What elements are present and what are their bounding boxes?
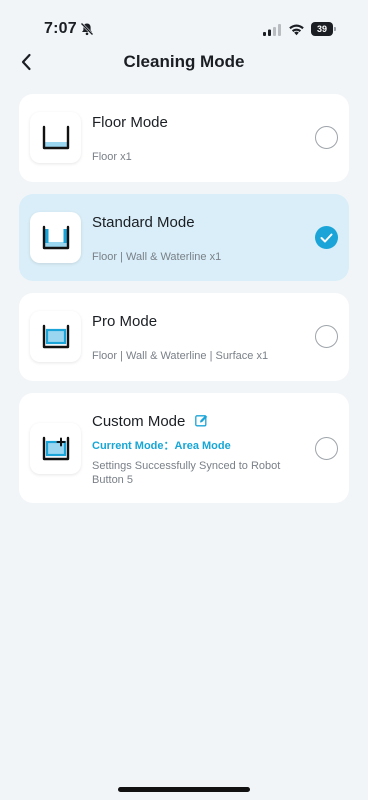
cellular-signal-icon [263, 24, 281, 36]
radio-button[interactable] [315, 325, 338, 348]
checkmark-icon [320, 233, 333, 242]
screen: 7:07 39 Cleaning Mode Floor Mode Floor x… [0, 0, 368, 800]
status-time: 7:07 [44, 20, 77, 37]
header: Cleaning Mode [0, 44, 368, 80]
radio-button-checked[interactable] [315, 226, 338, 249]
edit-icon[interactable] [195, 414, 208, 427]
pro-mode-icon [30, 311, 81, 362]
mode-title: Pro Mode [92, 313, 158, 330]
mode-title: Standard Mode [92, 214, 195, 231]
mode-title: Custom Mode [92, 413, 186, 430]
pro-mode-card[interactable]: Pro Mode Floor | Wall & Waterline | Surf… [19, 293, 349, 381]
status-bar: 7:07 39 [0, 0, 368, 50]
radio-button[interactable] [315, 437, 338, 460]
custom-mode-icon [30, 423, 81, 474]
mode-description: Settings Successfully Synced to Robot Bu… [92, 460, 281, 486]
mode-title: Floor Mode [92, 114, 168, 131]
battery-icon: 39 [311, 22, 336, 36]
home-indicator [118, 787, 250, 792]
mode-description: Floor | Wall & Waterline | Surface x1 [92, 350, 269, 362]
custom-mode-card[interactable]: Custom Mode Current Mode：Area Mode Setti… [19, 393, 349, 503]
wifi-icon [289, 24, 304, 36]
floor-mode-card[interactable]: Floor Mode Floor x1 [19, 94, 349, 182]
standard-mode-icon [30, 212, 81, 263]
mode-description: Floor x1 [92, 151, 132, 163]
bell-off-icon [80, 22, 94, 36]
mode-description: Floor | Wall & Waterline x1 [92, 251, 222, 263]
page-title: Cleaning Mode [123, 52, 245, 71]
radio-button[interactable] [315, 126, 338, 149]
standard-mode-card[interactable]: Standard Mode Floor | Wall & Waterline x… [19, 194, 349, 281]
battery-cap [334, 27, 336, 31]
battery-level: 39 [311, 22, 333, 36]
floor-mode-icon [30, 112, 81, 163]
current-mode-label: Current Mode：Area Mode [92, 440, 231, 452]
